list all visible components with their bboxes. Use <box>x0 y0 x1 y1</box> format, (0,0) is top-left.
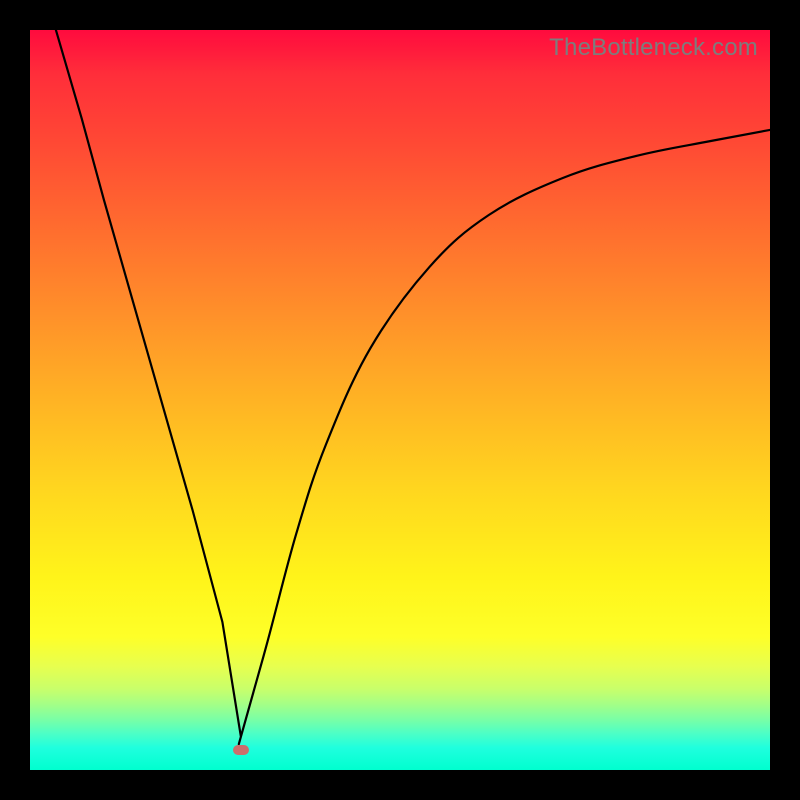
chart-frame: TheBottleneck.com <box>0 0 800 800</box>
v-curve-line <box>30 30 770 770</box>
plot-area: TheBottleneck.com <box>30 30 770 770</box>
minimum-marker <box>233 745 249 755</box>
curve-path <box>56 30 770 744</box>
